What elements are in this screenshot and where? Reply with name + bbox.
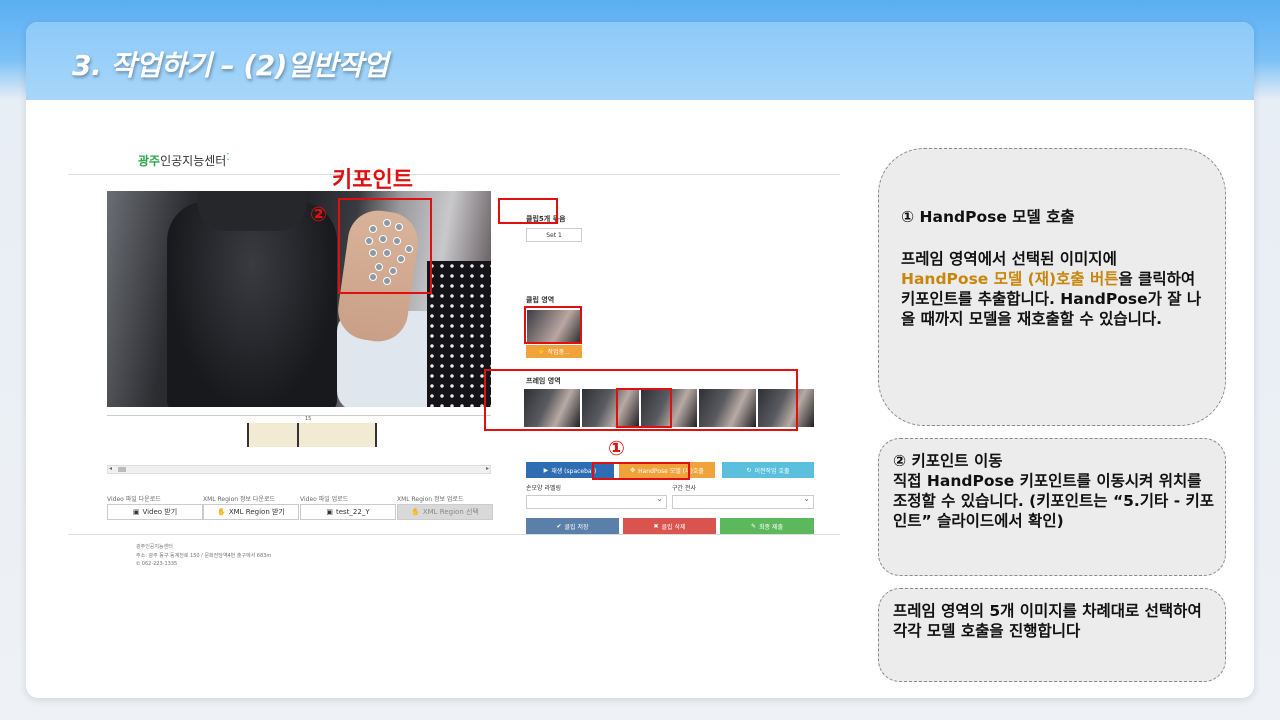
footer-name: 광주인공지능센터 bbox=[136, 544, 173, 550]
divider bbox=[68, 534, 840, 535]
clip-highlight-box bbox=[524, 306, 582, 344]
phone-icon: ✆ bbox=[136, 561, 141, 567]
timeline-clip-range[interactable] bbox=[247, 423, 377, 447]
play-icon: ▶ bbox=[543, 466, 549, 474]
panel-body: 프레임 영역에서 선택된 이미지에 HandPose 모델 (재)호출 버튼을 … bbox=[901, 250, 1202, 328]
footer-address: 주소: 광주 동구 동계천로 150 / 문화전당역4번 출구에서 683m bbox=[136, 553, 272, 559]
headrest-image bbox=[197, 191, 307, 231]
app-screenshot: 광주인공지능센터⁚ 15 ◂ ▸ Video 파일 다운로드 XML Regio… bbox=[66, 142, 846, 602]
download-label: XML Region 정보 다운로드 bbox=[203, 496, 276, 503]
check-icon: ✔ bbox=[556, 522, 562, 530]
center-logo: 광주인공지능센터⁚ bbox=[138, 152, 230, 168]
film-icon: ▣ bbox=[326, 508, 333, 516]
handpose-explanation-panel: ① HandPose 모델 호출 프레임 영역에서 선택된 이미지에 HandP… bbox=[878, 148, 1226, 426]
marker-1: ① bbox=[608, 436, 625, 460]
section-select[interactable] bbox=[672, 494, 814, 509]
panel-heading: ② 키포인트 이동 bbox=[893, 452, 1003, 470]
video-player[interactable] bbox=[107, 191, 491, 407]
timeline-number: 15 bbox=[305, 416, 312, 422]
slide-title: 3. 작업하기 – (2)일반작업 bbox=[72, 49, 389, 82]
refresh-icon: ↻ bbox=[746, 466, 752, 474]
timeline-cursor[interactable] bbox=[297, 423, 299, 447]
film-icon: ▣ bbox=[132, 508, 140, 516]
set-highlight-box bbox=[498, 198, 558, 224]
delete-clip-button[interactable]: ✖ 클립 삭제 bbox=[623, 518, 716, 534]
xml-download-button[interactable]: ✋ XML Region 받기 bbox=[203, 504, 299, 520]
hand-icon: ✋ bbox=[217, 508, 226, 516]
seat-pattern-image bbox=[427, 261, 491, 407]
frame-order-panel: 프레임 영역의 5개 이미지를 차례대로 선택하여 각각 모델 호출을 진행합니… bbox=[878, 588, 1226, 682]
keypoint-highlight-box bbox=[338, 198, 432, 294]
upload-label: Video 파일 업로드 bbox=[300, 496, 349, 503]
upload-label: XML Region 정보 업로드 bbox=[397, 496, 464, 503]
clip-area-label: 클립 영역 bbox=[526, 296, 555, 304]
panel-body: 프레임 영역의 5개 이미지를 차례대로 선택하여 각각 모델 호출을 진행합니… bbox=[893, 602, 1202, 640]
hand-icon: ✋ bbox=[538, 348, 546, 355]
timeline[interactable]: 15 bbox=[107, 410, 491, 456]
keypoint-annotation-label: 키포인트 bbox=[332, 168, 413, 193]
edit-icon: ✎ bbox=[750, 522, 757, 530]
xml-upload-button[interactable]: ✋ XML Region 선택 bbox=[397, 504, 493, 520]
highlight-text: HandPose 모델 (재)호출 버튼 bbox=[901, 270, 1119, 288]
video-download-button[interactable]: ▣ Video 받기 bbox=[107, 504, 203, 520]
divider bbox=[68, 174, 840, 175]
video-upload-button[interactable]: ▣ test_22_Y bbox=[300, 504, 396, 520]
section-label: 구간 전사 bbox=[672, 485, 696, 492]
scroll-right-icon[interactable]: ▸ bbox=[486, 465, 489, 472]
hand-label: 손모양 라벨링 bbox=[526, 485, 562, 492]
timeline-scrollbar[interactable]: ◂ ▸ bbox=[107, 465, 491, 474]
working-button[interactable]: ✋ 작업중... bbox=[526, 345, 582, 358]
close-icon: ✖ bbox=[653, 522, 659, 530]
selected-frame-box bbox=[616, 388, 672, 428]
panel-body: 직접 HandPose 키포인트를 이동시켜 위치를 조정할 수 있습니다. (… bbox=[893, 472, 1215, 530]
marker-2: ② bbox=[310, 202, 327, 226]
save-clip-button[interactable]: ✔ 클립 저장 bbox=[526, 518, 619, 534]
slide: 3. 작업하기 – (2)일반작업 광주인공지능센터⁚ 15 ◂ ▸ Video… bbox=[26, 22, 1254, 698]
footer-phone: ✆ 062-223-1335 bbox=[136, 561, 178, 567]
set-select[interactable]: Set 1 bbox=[526, 228, 582, 242]
download-label: Video 파일 다운로드 bbox=[107, 496, 161, 503]
hand-icon: ✋ bbox=[411, 508, 420, 516]
keypoint-move-panel: ② 키포인트 이동 직접 HandPose 키포인트를 이동시켜 위치를 조정할… bbox=[878, 438, 1226, 576]
scroll-left-icon[interactable]: ◂ bbox=[109, 465, 112, 472]
handpose-highlight-box bbox=[592, 462, 690, 480]
hand-label-select[interactable] bbox=[526, 494, 667, 509]
panel-heading: ① HandPose 모델 호출 bbox=[901, 208, 1075, 226]
final-submit-button[interactable]: ✎ 최종 제출 bbox=[720, 518, 814, 534]
timeline-ticks bbox=[107, 410, 491, 416]
scroll-thumb[interactable] bbox=[118, 467, 126, 472]
prev-work-button[interactable]: ↻ 이전작업 호출 bbox=[722, 462, 814, 478]
car-seat-image bbox=[167, 201, 337, 407]
